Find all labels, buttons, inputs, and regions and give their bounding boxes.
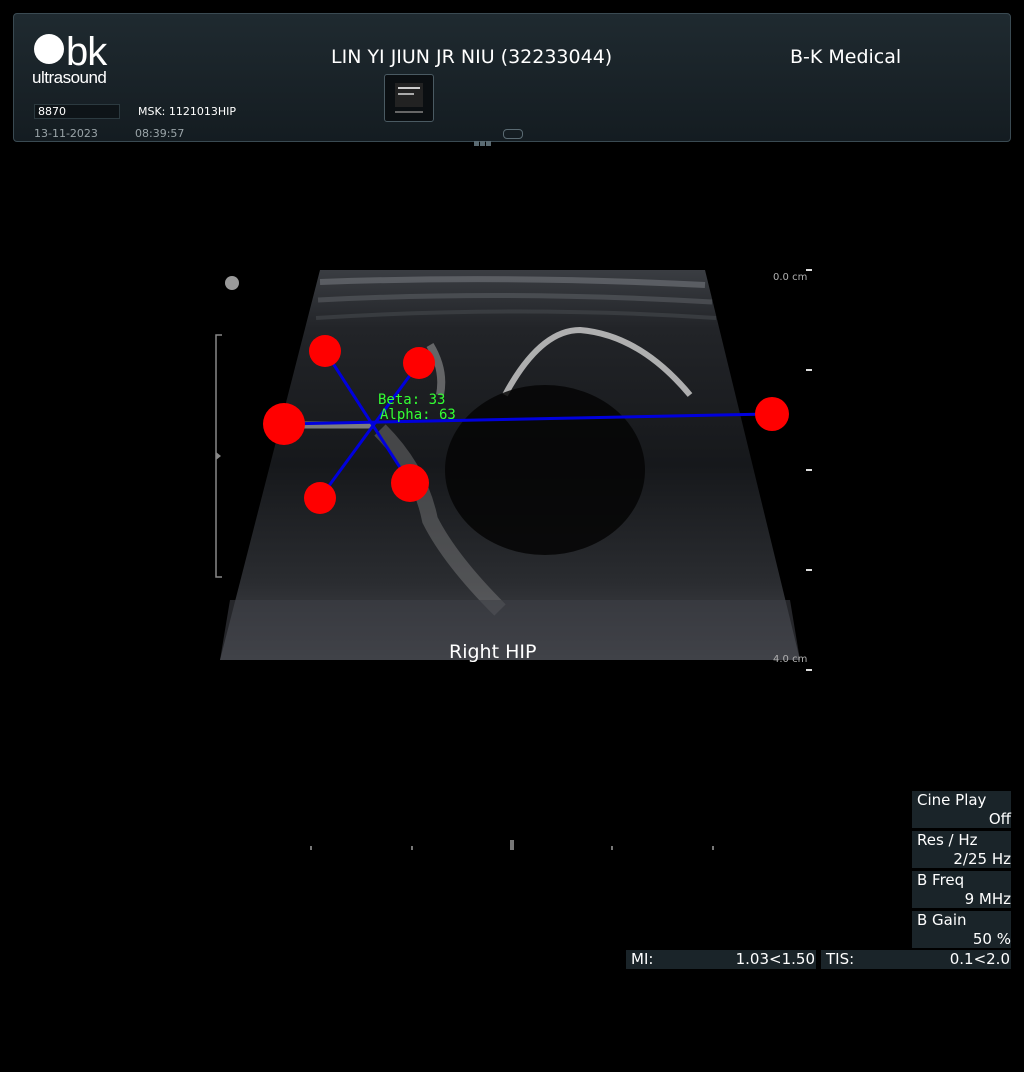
marker-handle[interactable]: [263, 403, 305, 445]
depth-bottom-label: 4.0 cm: [773, 654, 808, 665]
control-value: 2/25 Hz: [953, 850, 1011, 868]
marker-handle[interactable]: [755, 397, 789, 431]
ultrasound-image-area: 0.0 cm 4.0 cm Beta: 33 Alpha: 63 Right H…: [0, 0, 1024, 1072]
alpha-angle-label: Alpha: 63: [380, 407, 456, 423]
mi-label: MI:: [631, 950, 654, 968]
res-hz-control[interactable]: Res / Hz 2/25 Hz: [912, 831, 1011, 868]
control-label: Cine Play: [917, 791, 987, 809]
control-label: Res / Hz: [917, 831, 978, 849]
depth-top-label: 0.0 cm: [773, 272, 808, 283]
mi-readout: MI: 1.03<1.50: [626, 950, 816, 969]
cine-play-control[interactable]: Cine Play Off: [912, 791, 1011, 828]
control-label: B Freq: [917, 871, 965, 889]
marker-handle[interactable]: [403, 347, 435, 379]
tis-label: TIS:: [826, 950, 855, 968]
marker-handle[interactable]: [304, 482, 336, 514]
marker-handle[interactable]: [391, 464, 429, 502]
marker-handle[interactable]: [309, 335, 341, 367]
b-gain-control[interactable]: B Gain 50 %: [912, 911, 1011, 948]
tis-readout: TIS: 0.1<2.0: [821, 950, 1011, 969]
control-value: 50 %: [972, 930, 1011, 948]
ultrasound-scan: [215, 269, 812, 671]
orientation-marker-icon: [225, 276, 239, 290]
b-freq-control[interactable]: B Freq 9 MHz: [912, 871, 1011, 908]
control-value: 9 MHz: [964, 890, 1011, 908]
beta-angle-label: Beta: 33: [378, 392, 446, 408]
control-label: B Gain: [917, 911, 967, 929]
cine-position-marker[interactable]: [510, 840, 514, 850]
tis-value: 0.1<2.0: [949, 950, 1010, 968]
control-value: Off: [988, 810, 1011, 828]
body-marker-label: Right HIP: [449, 641, 537, 663]
mi-value: 1.03<1.50: [735, 950, 815, 968]
